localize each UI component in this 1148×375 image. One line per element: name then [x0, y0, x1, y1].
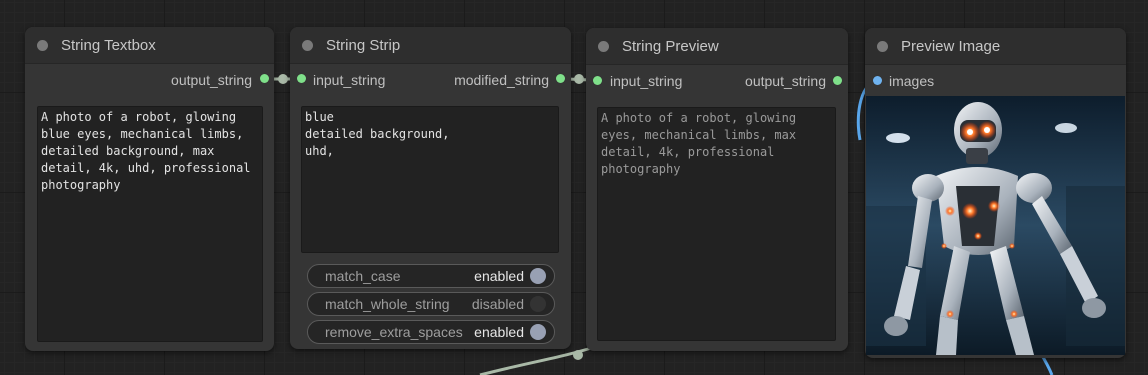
- wire-midpoint: [574, 74, 584, 84]
- wire-midpoint: [573, 350, 583, 360]
- text-input-area[interactable]: A photo of a robot, glowing blue eyes, m…: [37, 106, 263, 342]
- toggle-label: remove_extra_spaces: [325, 324, 463, 340]
- node-string-preview[interactable]: String Preview input_string output_strin…: [586, 28, 848, 351]
- toggle-knob-icon[interactable]: [530, 324, 546, 340]
- node-title-bar[interactable]: String Strip: [290, 27, 571, 64]
- output-slot-label: output_string: [745, 73, 826, 89]
- node-title-bar[interactable]: String Preview: [586, 28, 848, 65]
- output-slot-label: modified_string: [454, 72, 549, 88]
- node-title-bar[interactable]: String Textbox: [25, 27, 274, 64]
- output-slot-dot[interactable]: [260, 74, 269, 83]
- preview-image-robot: [866, 96, 1125, 355]
- robot-illustration: [866, 96, 1125, 355]
- node-string-strip[interactable]: String Strip input_string modified_strin…: [290, 27, 571, 349]
- output-slot-label: output_string: [171, 72, 252, 88]
- preview-text-area: A photo of a robot, glowing eyes, mechan…: [597, 107, 836, 341]
- node-title: String Strip: [326, 37, 401, 54]
- toggle-state: enabled: [474, 268, 524, 284]
- collapse-dot-icon[interactable]: [37, 40, 48, 51]
- toggle-match-case[interactable]: match_case enabled: [307, 264, 555, 288]
- node-string-textbox[interactable]: String Textbox output_string A photo of …: [25, 27, 274, 351]
- input-slot-label: images: [889, 73, 935, 89]
- output-slot-dot[interactable]: [833, 76, 842, 85]
- wire-midpoint: [278, 74, 288, 84]
- node-title: String Preview: [622, 38, 719, 55]
- collapse-dot-icon[interactable]: [598, 41, 609, 52]
- collapse-dot-icon[interactable]: [302, 40, 313, 51]
- toggle-match-whole-string[interactable]: match_whole_string disabled: [307, 292, 555, 316]
- output-slot-dot[interactable]: [556, 74, 565, 83]
- toggle-state: disabled: [471, 296, 524, 312]
- node-title: Preview Image: [901, 38, 1001, 55]
- collapse-dot-icon[interactable]: [877, 41, 888, 52]
- toggle-label: match_case: [325, 268, 401, 284]
- toggle-knob-icon[interactable]: [530, 296, 546, 312]
- input-slot-dot[interactable]: [873, 76, 882, 85]
- input-slot-label: input_string: [313, 72, 386, 88]
- strip-text-area[interactable]: blue detailed background, uhd,: [301, 106, 559, 253]
- wire-offscreen-string: [479, 344, 599, 375]
- input-slot-dot[interactable]: [593, 76, 602, 85]
- input-slot-dot[interactable]: [297, 74, 306, 83]
- input-slot-label: input_string: [610, 73, 683, 89]
- node-title-bar[interactable]: Preview Image: [865, 28, 1126, 65]
- node-title: String Textbox: [61, 37, 156, 54]
- toggle-remove-extra-spaces[interactable]: remove_extra_spaces enabled: [307, 320, 555, 344]
- toggle-knob-icon[interactable]: [530, 268, 546, 284]
- toggle-state: enabled: [474, 324, 524, 340]
- toggle-label: match_whole_string: [325, 296, 450, 312]
